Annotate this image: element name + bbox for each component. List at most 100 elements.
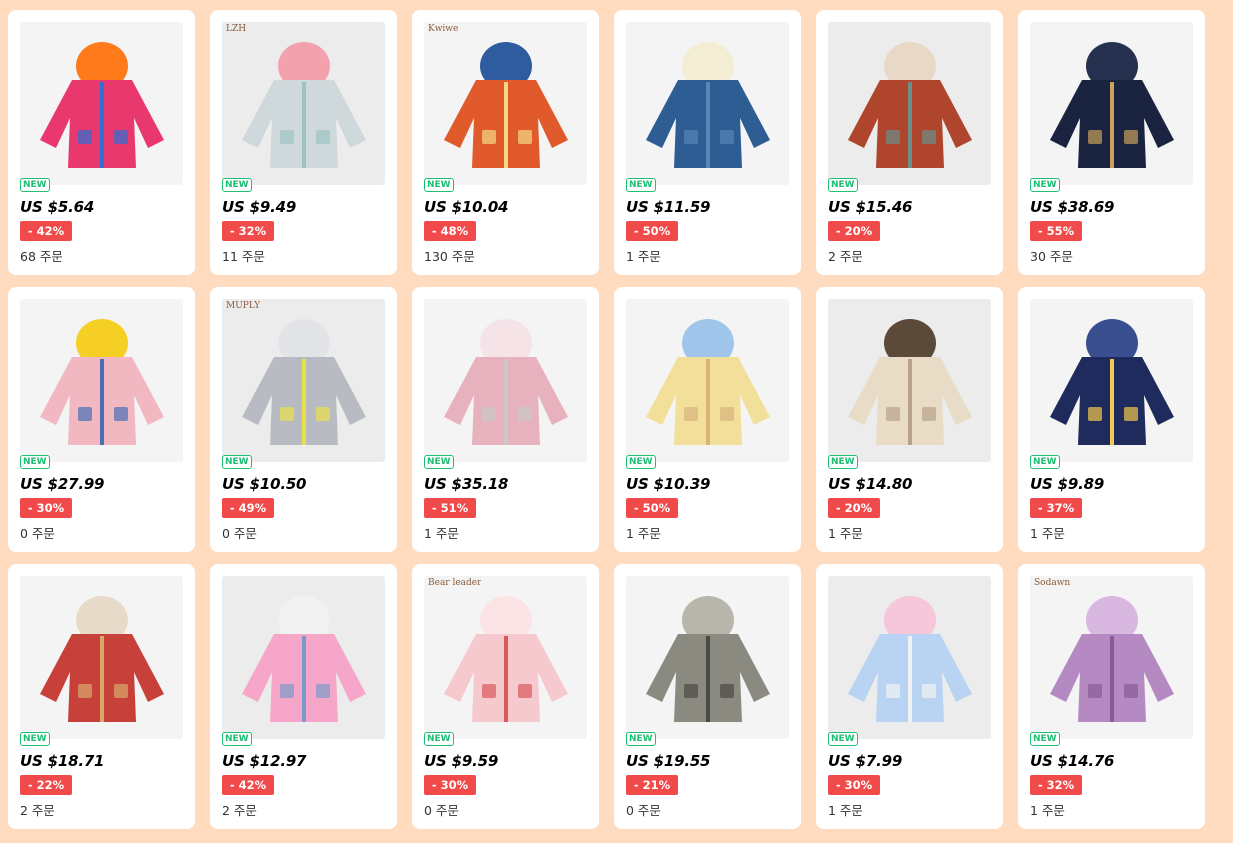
garment-illustration <box>424 299 587 462</box>
discount-badge: - 32% <box>222 221 274 241</box>
product-price: US $19.55 <box>626 752 711 770</box>
product-price: US $10.39 <box>626 475 711 493</box>
product-card[interactable]: MUPLY NEW US $10.50 - 49% 0 주문 <box>210 287 397 552</box>
product-card[interactable]: NEW US $19.55 - 21% 0 주문 <box>614 564 801 829</box>
brand-logo: Kwiwe <box>428 24 459 34</box>
product-image[interactable] <box>20 576 183 739</box>
product-image[interactable] <box>1030 299 1193 462</box>
discount-badge: - 55% <box>1030 221 1082 241</box>
product-card[interactable]: NEW US $15.46 - 20% 2 주문 <box>816 10 1003 275</box>
product-image[interactable] <box>424 299 587 462</box>
discount-badge: - 50% <box>626 498 678 518</box>
product-card[interactable]: LZH NEW US $9.49 - 32% 11 주문 <box>210 10 397 275</box>
new-badge: NEW <box>20 178 50 192</box>
discount-badge: - 30% <box>424 775 476 795</box>
discount-badge: - 42% <box>20 221 72 241</box>
product-image[interactable] <box>828 576 991 739</box>
order-count: 2 주문 <box>20 803 55 818</box>
order-count: 1 주문 <box>828 526 863 541</box>
product-price: US $14.76 <box>1030 752 1115 770</box>
order-count: 130 주문 <box>424 249 475 264</box>
discount-badge: - 37% <box>1030 498 1082 518</box>
product-card[interactable]: NEW US $35.18 - 51% 1 주문 <box>412 287 599 552</box>
new-badge: NEW <box>424 455 454 469</box>
garment-illustration <box>20 299 183 462</box>
product-image[interactable] <box>828 299 991 462</box>
product-card[interactable]: NEW US $11.59 - 50% 1 주문 <box>614 10 801 275</box>
garment-illustration <box>828 576 991 739</box>
product-price: US $9.49 <box>222 198 297 216</box>
brand-logo: LZH <box>226 24 247 34</box>
new-badge: NEW <box>20 732 50 746</box>
product-price: US $38.69 <box>1030 198 1115 216</box>
discount-badge: - 32% <box>1030 775 1082 795</box>
new-badge: NEW <box>828 732 858 746</box>
product-card[interactable]: NEW US $18.71 - 22% 2 주문 <box>8 564 195 829</box>
brand-logo: Bear leader <box>428 578 482 588</box>
product-card[interactable]: NEW US $9.89 - 37% 1 주문 <box>1018 287 1205 552</box>
garment-illustration <box>222 576 385 739</box>
product-image[interactable] <box>626 299 789 462</box>
product-image[interactable] <box>20 299 183 462</box>
product-card[interactable]: NEW US $27.99 - 30% 0 주문 <box>8 287 195 552</box>
discount-badge: - 30% <box>20 498 72 518</box>
order-count: 68 주문 <box>20 249 63 264</box>
garment-illustration <box>626 576 789 739</box>
new-badge: NEW <box>1030 732 1060 746</box>
product-card[interactable]: NEW US $12.97 - 42% 2 주문 <box>210 564 397 829</box>
product-image[interactable] <box>1030 576 1193 739</box>
discount-badge: - 42% <box>222 775 274 795</box>
order-count: 2 주문 <box>222 803 257 818</box>
new-badge: NEW <box>222 455 252 469</box>
order-count: 1 주문 <box>424 526 459 541</box>
garment-illustration <box>1030 299 1193 462</box>
product-card[interactable]: Sodawn NEW US $14.76 - 32% 1 주문 <box>1018 564 1205 829</box>
garment-illustration <box>222 22 385 185</box>
product-card[interactable]: Kwiwe NEW US $10.04 - 48% 130 주문 <box>412 10 599 275</box>
product-image[interactable] <box>424 576 587 739</box>
garment-illustration <box>424 22 587 185</box>
garment-illustration <box>20 576 183 739</box>
product-price: US $7.99 <box>828 752 903 770</box>
product-image[interactable] <box>424 22 587 185</box>
product-card[interactable]: Bear leader NEW US $9.59 - 30% 0 주문 <box>412 564 599 829</box>
product-image[interactable] <box>626 576 789 739</box>
product-image[interactable] <box>222 22 385 185</box>
garment-illustration <box>828 299 991 462</box>
order-count: 1 주문 <box>626 249 661 264</box>
product-card[interactable]: NEW US $38.69 - 55% 30 주문 <box>1018 10 1205 275</box>
order-count: 11 주문 <box>222 249 265 264</box>
new-badge: NEW <box>222 732 252 746</box>
product-image[interactable] <box>20 22 183 185</box>
product-image[interactable] <box>1030 22 1193 185</box>
product-image[interactable] <box>626 22 789 185</box>
discount-badge: - 20% <box>828 221 880 241</box>
product-card[interactable]: NEW US $7.99 - 30% 1 주문 <box>816 564 1003 829</box>
new-badge: NEW <box>222 178 252 192</box>
product-card[interactable]: NEW US $5.64 - 42% 68 주문 <box>8 10 195 275</box>
brand-logo: Sodawn <box>1034 578 1071 588</box>
garment-illustration <box>424 576 587 739</box>
product-price: US $9.59 <box>424 752 499 770</box>
discount-badge: - 22% <box>20 775 72 795</box>
new-badge: NEW <box>424 178 454 192</box>
product-price: US $10.04 <box>424 198 509 216</box>
discount-badge: - 48% <box>424 221 476 241</box>
discount-badge: - 51% <box>424 498 476 518</box>
product-image[interactable] <box>222 299 385 462</box>
product-price: US $11.59 <box>626 198 711 216</box>
new-badge: NEW <box>1030 178 1060 192</box>
product-card[interactable]: NEW US $14.80 - 20% 1 주문 <box>816 287 1003 552</box>
product-image[interactable] <box>222 576 385 739</box>
product-card[interactable]: NEW US $10.39 - 50% 1 주문 <box>614 287 801 552</box>
order-count: 0 주문 <box>424 803 459 818</box>
product-price: US $27.99 <box>20 475 105 493</box>
new-badge: NEW <box>828 455 858 469</box>
product-price: US $10.50 <box>222 475 307 493</box>
product-image[interactable] <box>828 22 991 185</box>
new-badge: NEW <box>1030 455 1060 469</box>
product-price: US $14.80 <box>828 475 913 493</box>
brand-logo: MUPLY <box>226 301 261 311</box>
product-price: US $5.64 <box>20 198 95 216</box>
garment-illustration <box>1030 22 1193 185</box>
